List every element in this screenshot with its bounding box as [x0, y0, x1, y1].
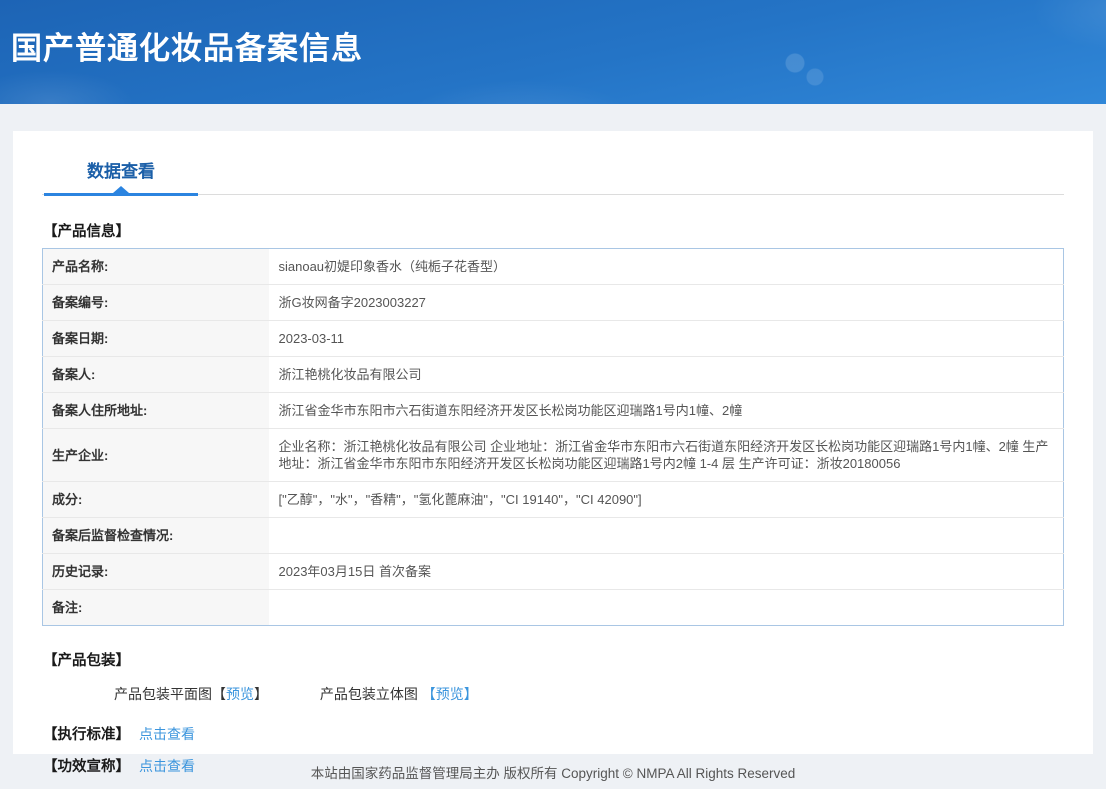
tab-data-view-label: 数据查看: [87, 162, 155, 181]
row-label: 成分:: [42, 481, 269, 518]
product-info-table: 产品名称: sianoau初媞印象香水（纯栀子花香型） 备案编号: 浙G妆网备字…: [42, 248, 1064, 626]
table-row: 备案人住所地址: 浙江省金华市东阳市六石街道东阳经济开发区长松岗功能区迎瑞路1号…: [42, 392, 1064, 429]
row-label: 备案编号:: [42, 284, 269, 321]
row-value: 2023年03月15日 首次备案: [268, 553, 1064, 590]
row-label: 产品名称:: [42, 248, 269, 285]
row-label: 历史记录:: [42, 553, 269, 590]
row-label: 备案人住所地址:: [42, 392, 269, 429]
row-label: 生产企业:: [42, 428, 269, 482]
tab-active-triangle-icon: [113, 186, 129, 193]
row-value: 企业名称：浙江艳桃化妆品有限公司 企业地址：浙江省金华市东阳市六石街道东阳经济开…: [268, 428, 1064, 482]
table-row: 产品名称: sianoau初媞印象香水（纯栀子花香型）: [42, 248, 1064, 285]
packaging-stereo-preview-link[interactable]: 【预览】: [422, 686, 478, 702]
packaging-flat-label: 产品包装平面图: [114, 686, 212, 702]
row-label: 备注:: [42, 589, 269, 626]
section-title-standard: 【执行标准】: [43, 727, 130, 743]
table-row: 历史记录: 2023年03月15日 首次备案: [42, 553, 1064, 590]
row-value: 浙江省金华市东阳市六石街道东阳经济开发区长松岗功能区迎瑞路1号内1幢、2幢: [268, 392, 1064, 429]
row-value: 2023-03-11: [268, 320, 1064, 357]
row-label: 备案后监督检查情况:: [42, 517, 269, 554]
table-row: 备案日期: 2023-03-11: [42, 320, 1064, 357]
page-header: 国产普通化妆品备案信息: [0, 0, 1106, 104]
row-value: 浙G妆网备字2023003227: [268, 284, 1064, 321]
row-value: sianoau初媞印象香水（纯栀子花香型）: [278, 259, 507, 274]
row-label: 备案人:: [42, 356, 269, 393]
table-row: 生产企业: 企业名称：浙江艳桃化妆品有限公司 企业地址：浙江省金华市东阳市六石街…: [42, 428, 1064, 482]
table-row: 备案编号: 浙G妆网备字2023003227: [42, 284, 1064, 321]
bracket-open: 【: [212, 686, 226, 702]
footer-copyright-text: 本站由国家药品监督管理局主办 版权所有 Copyright © NMPA All…: [310, 765, 796, 781]
table-row: 备案人: 浙江艳桃化妆品有限公司: [42, 356, 1064, 393]
packaging-stereo-group: 产品包装立体图 【预览】: [320, 684, 478, 704]
tab-data-view[interactable]: 数据查看: [44, 157, 198, 196]
packaging-stereo-label: 产品包装立体图: [319, 686, 422, 702]
packaging-flat-group: 产品包装平面图【预览】: [114, 684, 268, 704]
standard-view-link[interactable]: 点击查看: [139, 726, 195, 742]
row-value: ["乙醇"，"水"，"香精"，"氢化蓖麻油"，"CI 19140"，"CI 42…: [268, 481, 1064, 518]
bracket-close: 】: [254, 686, 268, 702]
content-card: 数据查看 【产品信息】 产品名称: sianoau初媞印象香水（纯栀子花香型） …: [13, 131, 1093, 775]
table-row: 备案后监督检查情况:: [42, 517, 1064, 554]
row-value: [268, 517, 1064, 554]
standard-section: 【执行标准】 点击查看: [43, 723, 1063, 744]
row-label: 备案日期:: [42, 320, 269, 357]
section-title-product-info: 【产品信息】: [43, 224, 130, 240]
tab-bar: 数据查看: [42, 131, 1064, 196]
table-row: 备注:: [42, 589, 1064, 626]
page-footer: 本站由国家药品监督管理局主办 版权所有 Copyright © NMPA All…: [0, 754, 1106, 789]
page-title: 国产普通化妆品备案信息: [11, 30, 363, 66]
section-title-packaging: 【产品包装】: [43, 653, 130, 669]
table-row: 成分: ["乙醇"，"水"，"香精"，"氢化蓖麻油"，"CI 19140"，"C…: [42, 481, 1064, 518]
packaging-preview-line: 产品包装平面图【预览】 产品包装立体图 【预览】: [114, 684, 1093, 704]
packaging-flat-preview-link[interactable]: 预览: [226, 686, 254, 702]
row-value: 浙江艳桃化妆品有限公司: [268, 356, 1064, 393]
row-value: [268, 589, 1064, 626]
